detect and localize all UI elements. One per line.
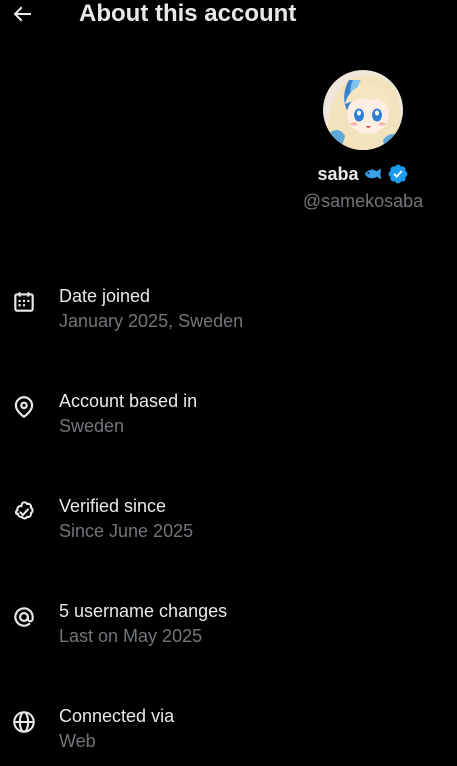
info-value: Web [59,731,96,751]
location-pin-icon [14,396,34,419]
info-value: January 2025, Sweden [59,311,244,331]
info-row-connected-via: Connected via Web [0,696,457,766]
info-title: Date joined [59,286,151,306]
info-title: Connected via [59,706,175,726]
avatar-image [323,70,403,150]
verified-badge-icon[interactable] [387,163,409,185]
verified-check-icon [14,501,34,520]
info-value: Last on May 2025 [59,626,203,646]
header: About this account [0,0,457,30]
display-name: saba [317,164,359,184]
info-row-username-changes: 5 username changes Last on May 2025 [0,591,457,661]
info-row-verified-since: Verified since Since June 2025 [0,486,457,556]
info-title: Verified since [59,496,167,516]
name-row: saba [280,162,446,186]
info-row-date-joined: Date joined January 2025, Sweden [0,276,457,346]
info-row-account-based-in: Account based in Sweden [0,381,457,451]
globe-icon [13,711,35,733]
avatar[interactable] [323,70,403,150]
at-sign-icon [14,607,34,627]
info-title: Account based in [59,391,198,411]
info-value: Since June 2025 [59,521,194,541]
fish-icon [364,168,381,180]
arrow-left-icon[interactable] [10,2,34,26]
calendar-icon [14,292,34,312]
handle: @samekosaba [302,191,424,211]
profile-section: saba @samekosaba [280,70,446,215]
page-title: About this account [79,0,297,27]
info-title: 5 username changes [59,601,228,621]
info-value: Sweden [59,416,125,436]
